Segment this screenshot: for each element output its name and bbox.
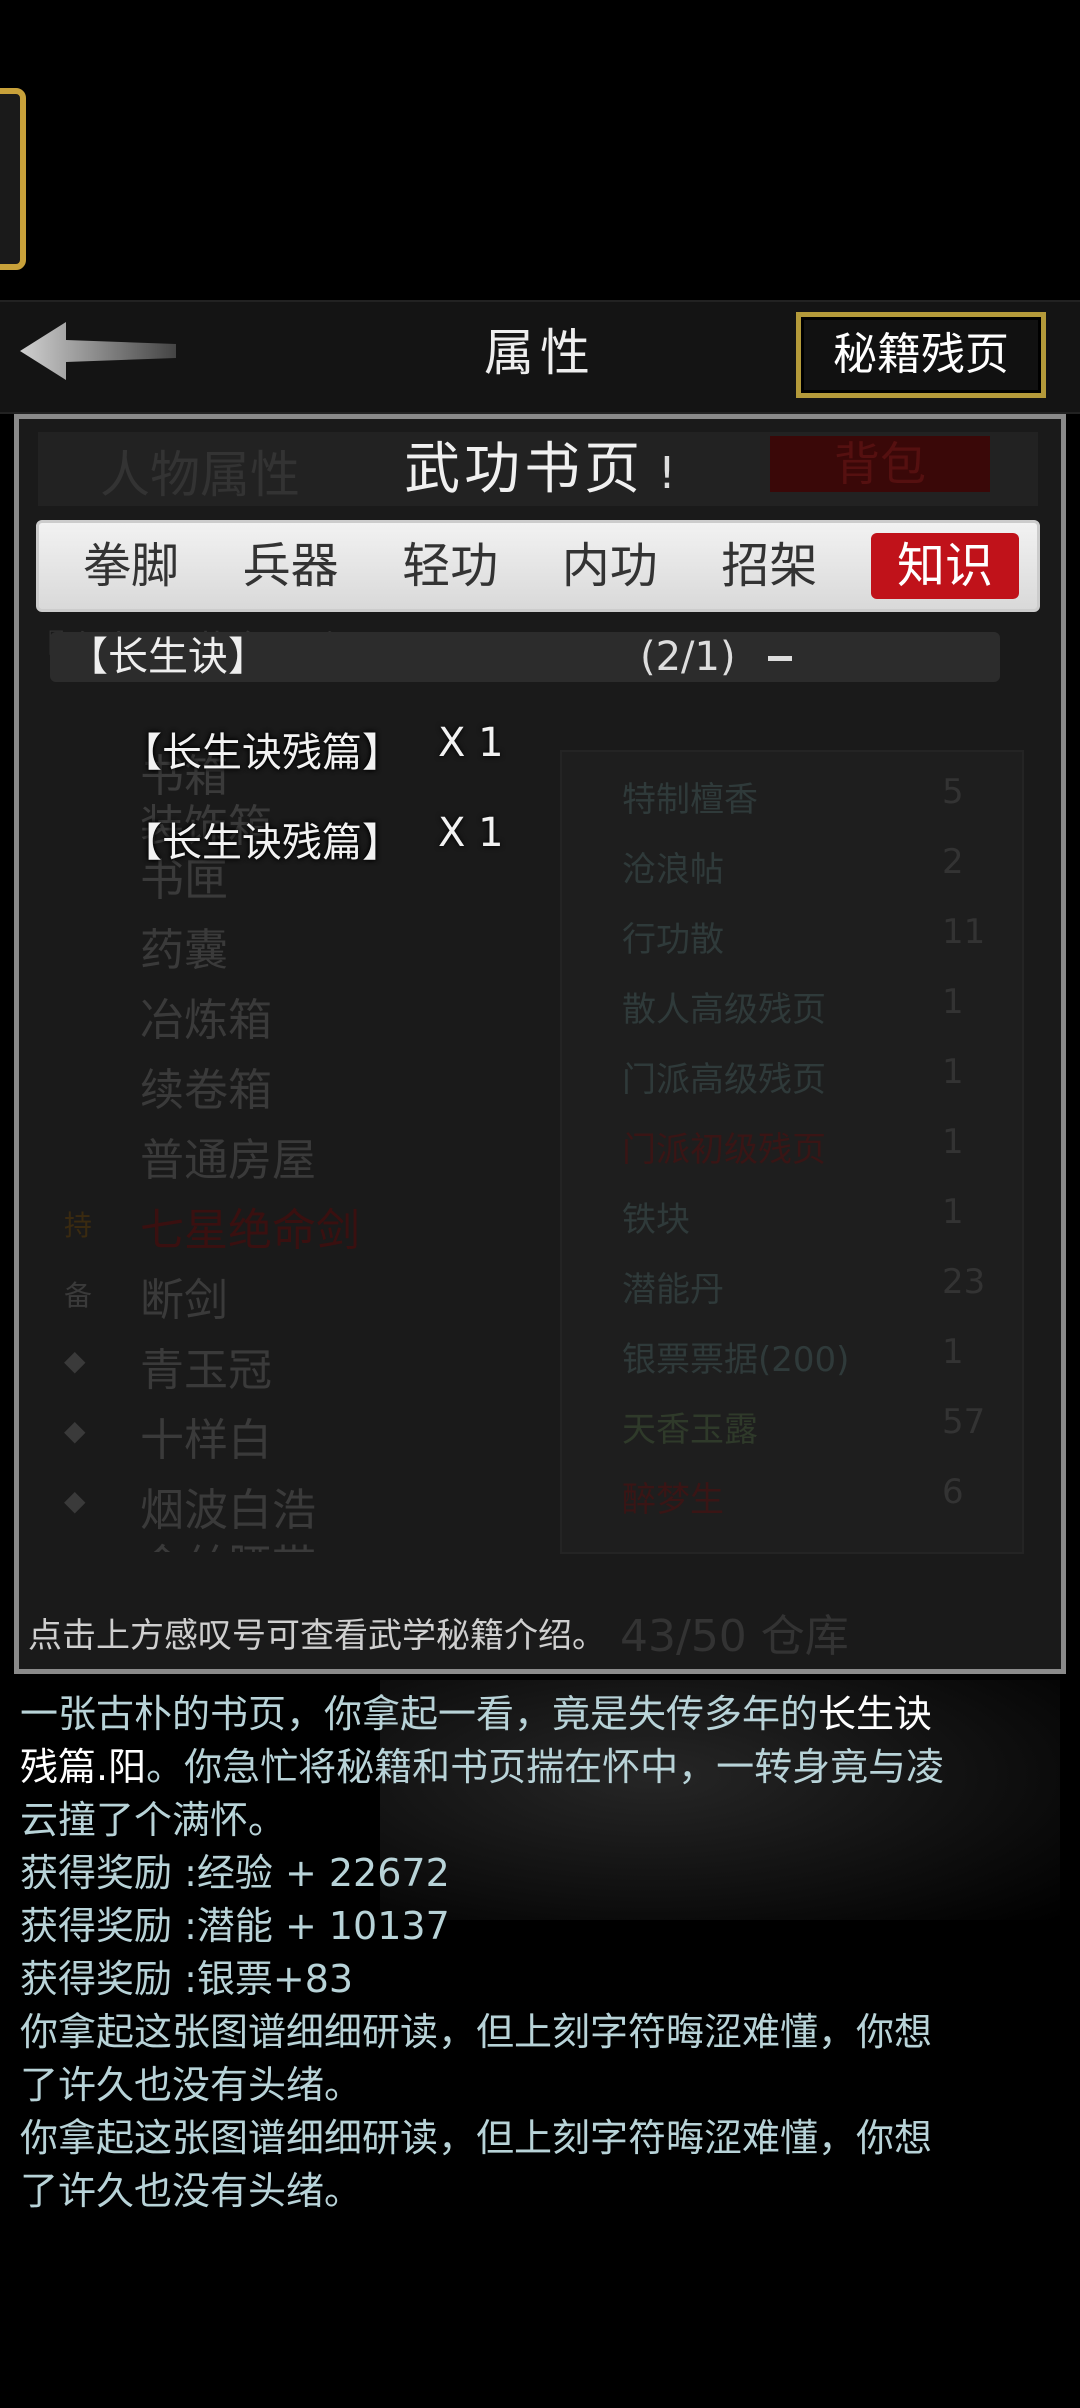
skill-category-tabs: 拳脚 兵器 轻功 内功 招架 知识 bbox=[36, 520, 1040, 612]
background-list-item: 断剑 bbox=[140, 1275, 228, 1326]
skill-group-count: (2/1) bbox=[640, 634, 736, 680]
background-table-name: 铁块 bbox=[622, 1200, 690, 1240]
background-list-item: 普通房屋 bbox=[140, 1135, 316, 1186]
log-line: 了许久也没有头绪。 bbox=[20, 2169, 363, 2213]
log-text: 一张古朴的书页，你拿起一看，竟是失传多年的 bbox=[20, 1692, 819, 1736]
page-item-name[interactable]: 【长生诀残篇】 bbox=[122, 810, 402, 868]
background-table-name: 沧浪帖 bbox=[622, 850, 724, 890]
background-table-name: 银票票据(200) bbox=[622, 1340, 850, 1380]
log-line: 你拿起这张图谱细细研读，但上刻字符晦涩难懂，你想 bbox=[20, 2116, 933, 2160]
log-line: 了许久也没有头绪。 bbox=[20, 2063, 363, 2107]
background-table-name: 散人高级残页 bbox=[622, 990, 826, 1030]
tab-lightness[interactable]: 轻功 bbox=[392, 533, 508, 599]
page-item-qty: X 1 bbox=[438, 720, 504, 766]
tab-knowledge[interactable]: 知识 bbox=[870, 533, 1019, 599]
log-line: 你拿起这张图谱细细研读，但上刻字符晦涩难懂，你想 bbox=[20, 2010, 933, 2054]
skill-group-row[interactable]: 【长生诀】 (2/1) bbox=[50, 632, 1000, 682]
background-table-name: 醉梦生 bbox=[622, 1480, 724, 1520]
background-table-name: 门派高级残页 bbox=[622, 1060, 826, 1100]
background-list-item: 青玉冠 bbox=[140, 1345, 272, 1396]
background-table-qty: 1 bbox=[942, 1052, 964, 1092]
background-table-qty: 1 bbox=[942, 1332, 964, 1372]
background-table-name: 潜能丹 bbox=[622, 1270, 724, 1310]
background-table-qty: 6 bbox=[942, 1472, 964, 1512]
background-list-item: 金丝腰带 bbox=[140, 1530, 316, 1552]
background-table-qty: 1 bbox=[942, 1122, 964, 1162]
background-table-qty: 5 bbox=[942, 772, 964, 812]
background-list-item: 十样白 bbox=[140, 1415, 272, 1466]
secret-pages-button[interactable]: 秘籍残页 bbox=[796, 312, 1046, 398]
edge-badge[interactable] bbox=[0, 88, 26, 270]
tab-inner[interactable]: 内功 bbox=[552, 533, 668, 599]
background-table-name: 行功散 bbox=[622, 920, 724, 960]
background-table-name: 门派初级残页 bbox=[622, 1130, 826, 1170]
background-table-qty: 11 bbox=[942, 912, 986, 952]
background-list-item: 七星绝命剑 bbox=[140, 1205, 360, 1256]
log-text: 长生诀 bbox=[818, 1692, 933, 1736]
message-log: 一张古朴的书页，你拿起一看，竟是失传多年的长生诀 残篇.阳。你急忙将秘籍和书页揣… bbox=[20, 1688, 1060, 2218]
log-line: 残篇.阳。你急忙将秘籍和书页揣在怀中，一转身竟与凌 bbox=[20, 1741, 1060, 1794]
collapse-minus-icon[interactable] bbox=[768, 656, 792, 661]
tab-parry[interactable]: 招架 bbox=[711, 533, 827, 599]
background-list-marker: 备 bbox=[64, 1279, 93, 1312]
background-table-name: 特制檀香 bbox=[622, 780, 758, 820]
background-list-marker: ◆ bbox=[64, 1484, 86, 1517]
overlay-title: 武功书页 bbox=[404, 437, 645, 502]
log-reward: 获得奖励 :潜能 + 10137 bbox=[20, 1904, 450, 1948]
page-item-qty: X 1 bbox=[438, 810, 504, 856]
background-table-qty: 1 bbox=[942, 1192, 964, 1232]
background-table-qty: 2 bbox=[942, 842, 964, 882]
log-line: 一张古朴的书页，你拿起一看，竟是失传多年的长生诀 bbox=[20, 1688, 1060, 1741]
log-line: 云撞了个满怀。 bbox=[20, 1798, 287, 1842]
background-table-qty: 1 bbox=[942, 982, 964, 1022]
background-item-table: 特制檀香 5 沧浪帖 2 行功散 11 散人高级残页 1 门派高级残页 1 门派… bbox=[560, 750, 1024, 1554]
background-table-name: 天香玉露 bbox=[622, 1410, 758, 1450]
log-text: 残篇.阳 bbox=[20, 1745, 147, 1789]
tab-weapon[interactable]: 兵器 bbox=[233, 533, 349, 599]
background-list-item: 冶炼箱 bbox=[140, 995, 272, 1046]
background-list-item: 药囊 bbox=[140, 925, 228, 976]
log-reward: 获得奖励 :经验 + 22672 bbox=[20, 1851, 450, 1895]
page-item-name[interactable]: 【长生诀残篇】 bbox=[122, 720, 402, 778]
background-list-marker: 持 bbox=[64, 1209, 93, 1242]
background-list-item: 续卷箱 bbox=[140, 1065, 272, 1116]
tab-fist[interactable]: 拳脚 bbox=[73, 533, 189, 599]
background-table-qty: 23 bbox=[942, 1262, 986, 1302]
background-table-qty: 57 bbox=[942, 1402, 986, 1442]
info-exclamation-icon[interactable]: ! bbox=[658, 448, 676, 499]
log-text: 。你急忙将秘籍和书页揣在怀中，一转身竟与凌 bbox=[146, 1745, 945, 1789]
background-list-marker: ◆ bbox=[64, 1344, 86, 1377]
background-list-item: 烟波白浩 bbox=[140, 1485, 316, 1536]
skill-group-name: 【长生诀】 bbox=[68, 634, 268, 680]
background-storage-count: 43/50 仓库 bbox=[620, 1611, 849, 1662]
background-list-marker: ◆ bbox=[64, 1414, 86, 1447]
log-reward: 获得奖励 :银票+83 bbox=[20, 1957, 354, 2001]
hint-text: 点击上方感叹号可查看武学秘籍介绍。 bbox=[28, 1616, 606, 1656]
overlay-header: 武功书页! bbox=[36, 430, 1044, 510]
